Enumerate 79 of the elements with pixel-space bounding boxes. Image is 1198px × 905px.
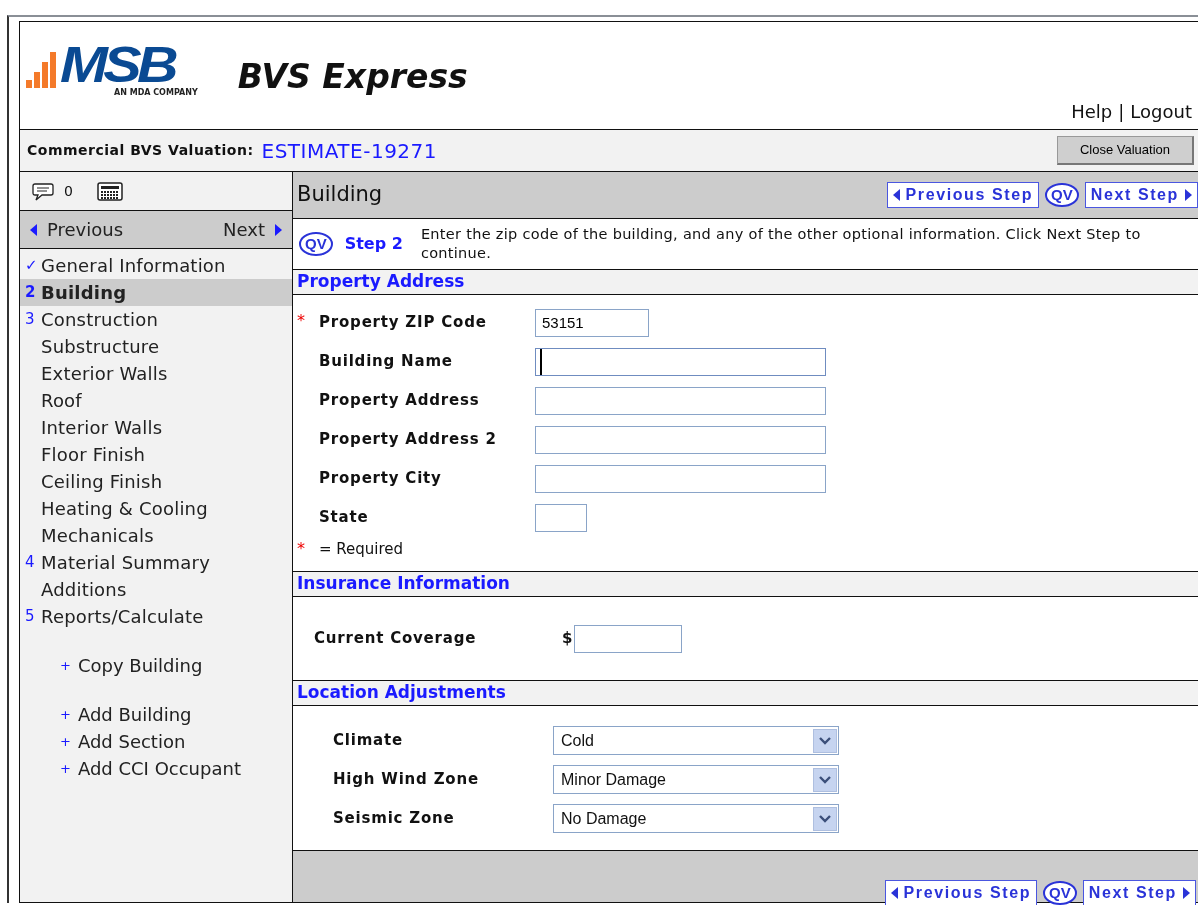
caret-left-icon xyxy=(892,189,900,201)
nav-item[interactable]: 2 Building xyxy=(20,279,292,306)
field-label: State xyxy=(319,507,370,529)
text-field[interactable]: 53151 xyxy=(535,308,649,337)
chevron-down-icon xyxy=(813,728,837,753)
text-field[interactable] xyxy=(535,464,826,493)
action-link[interactable]: + Add Building xyxy=(20,701,292,728)
action-link[interactable]: + Copy Building xyxy=(20,652,292,679)
field-label: Property Address 2 xyxy=(319,429,498,451)
close-valuation-button[interactable]: Close Valuation xyxy=(1056,136,1194,165)
nav-item[interactable]: Mechanicals xyxy=(20,522,292,549)
caret-left-icon xyxy=(890,887,898,899)
field-label: Property City xyxy=(319,468,443,490)
chevron-down-icon xyxy=(813,806,837,831)
nav-item[interactable]: Interior Walls xyxy=(20,414,292,441)
nav-item[interactable]: 4 Material Summary xyxy=(20,549,292,576)
qv-button[interactable]: QV xyxy=(1043,881,1077,905)
nav-item[interactable]: Exterior Walls xyxy=(20,360,292,387)
valuation-label: Commercial BVS Valuation: xyxy=(27,141,254,160)
section-title: Insurance Information xyxy=(293,572,1198,597)
caret-right-icon xyxy=(275,223,282,236)
qv-button[interactable]: QV xyxy=(299,232,333,256)
text-field[interactable] xyxy=(535,386,826,415)
logo-bars-icon xyxy=(26,52,56,88)
nav-item[interactable]: 3 Construction xyxy=(20,306,292,333)
nav-item[interactable]: Roof xyxy=(20,387,292,414)
field-label: Current Coverage xyxy=(314,628,478,650)
field-label: Climate xyxy=(333,730,404,752)
required-note: = Required xyxy=(319,538,404,560)
section-title: Location Adjustments xyxy=(293,681,1198,706)
calculator-icon[interactable] xyxy=(96,181,123,201)
field-label: Property ZIP Code xyxy=(319,312,488,334)
action-link[interactable]: + Add CCI Occupant xyxy=(20,755,292,782)
estimate-id: ESTIMATE-19271 xyxy=(261,137,438,165)
required-marker: * xyxy=(296,538,306,560)
caret-right-icon xyxy=(1183,887,1190,899)
comment-icon[interactable] xyxy=(32,181,54,201)
dropdown[interactable]: Minor Damage xyxy=(553,765,839,794)
text-field[interactable] xyxy=(535,347,826,376)
text-field[interactable] xyxy=(535,503,587,532)
link-separator: | xyxy=(1118,100,1125,124)
header-link[interactable]: Logout xyxy=(1130,98,1192,125)
nav-item[interactable]: Additions xyxy=(20,576,292,603)
action-link[interactable]: + Add Section xyxy=(20,728,292,755)
logo-text: MSB xyxy=(60,42,174,88)
field-label: Seismic Zone xyxy=(333,808,456,830)
text-field[interactable] xyxy=(574,624,683,653)
previous-link[interactable]: Previous xyxy=(30,216,124,243)
caret-left-icon xyxy=(30,223,37,236)
next-step-button[interactable]: Next Step xyxy=(1082,880,1196,905)
nav-item[interactable]: ✓ General Information xyxy=(20,252,292,279)
page-title: Building xyxy=(297,181,383,209)
dropdown[interactable]: Cold xyxy=(553,726,839,755)
text-field[interactable] xyxy=(535,425,826,454)
currency-symbol: $ xyxy=(562,628,573,650)
header-link[interactable]: Help xyxy=(1071,98,1113,125)
nav-item[interactable]: Substructure xyxy=(20,333,292,360)
field-label: Property Address xyxy=(319,390,481,412)
required-marker: * xyxy=(296,310,306,332)
logo-tagline: AN MDA COMPANY xyxy=(114,88,198,98)
nav-item[interactable]: Ceiling Finish xyxy=(20,468,292,495)
nav-item[interactable]: Heating & Cooling xyxy=(20,495,292,522)
brand-title: BVS Express xyxy=(237,56,468,98)
previous-step-button[interactable]: Previous Step xyxy=(886,182,1040,208)
qv-button[interactable]: QV xyxy=(1045,183,1079,207)
previous-step-button[interactable]: Previous Step xyxy=(884,880,1038,905)
step-label: Step 2 xyxy=(344,233,403,255)
step-instructions: Enter the zip code of the building, and any of the other optional information. Click Next Step to continue. xyxy=(420,225,1142,263)
comment-count: 0 xyxy=(64,181,73,201)
field-label: High Wind Zone xyxy=(333,769,480,791)
nav-item[interactable]: 5 Reports/Calculate xyxy=(20,603,292,630)
next-step-button[interactable]: Next Step xyxy=(1084,182,1198,208)
chevron-down-icon xyxy=(813,767,837,792)
caret-right-icon xyxy=(1185,189,1192,201)
field-label: Building Name xyxy=(319,351,454,373)
next-link[interactable]: Next xyxy=(223,216,282,243)
dropdown[interactable]: No Damage xyxy=(553,804,839,833)
nav-item[interactable]: Floor Finish xyxy=(20,441,292,468)
section-title: Property Address xyxy=(293,270,1198,295)
